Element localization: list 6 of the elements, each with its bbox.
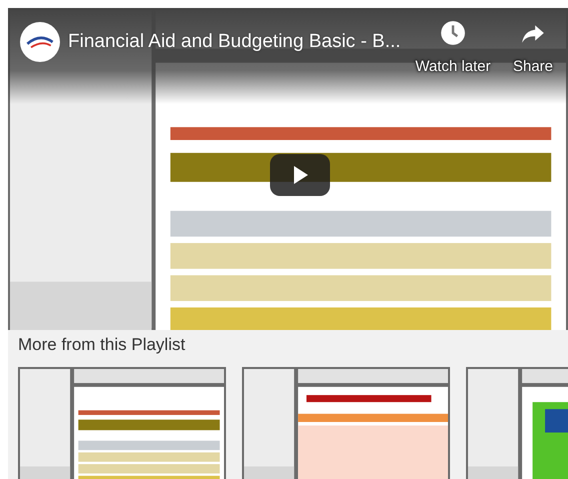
share-button[interactable]: Share: [502, 20, 564, 75]
watch-later-button[interactable]: Watch later: [412, 20, 494, 75]
playlist-heading: More from this Playlist: [18, 334, 186, 356]
video-title[interactable]: Financial Aid and Budgeting Basic - B...: [68, 22, 404, 62]
clock-icon: [440, 20, 466, 46]
play-button[interactable]: [270, 154, 330, 196]
